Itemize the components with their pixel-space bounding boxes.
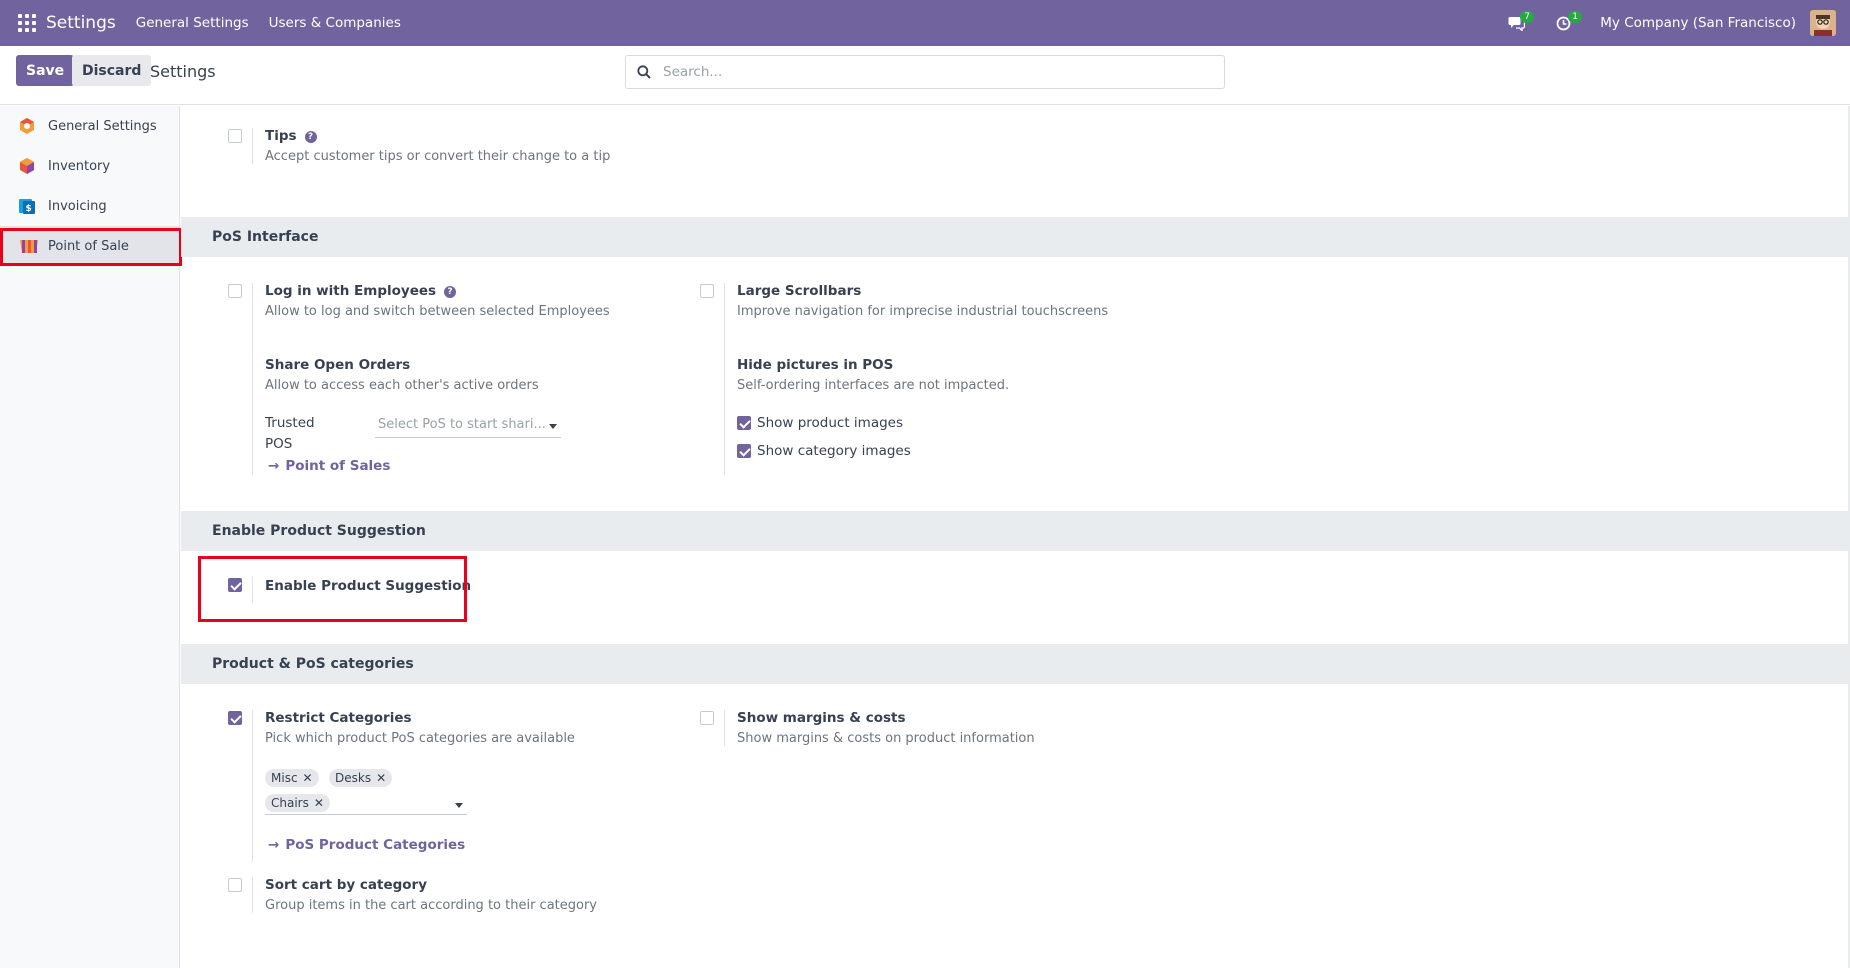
top-navbar: Settings General Settings Users & Compan… [0,0,1850,46]
sidebar-item-label: Invoicing [48,198,107,214]
tips-title: Tips? [265,128,317,144]
large-scrollbars-checkbox[interactable] [700,284,714,298]
help-icon[interactable]: ? [304,131,317,143]
sidebar-item-label: Inventory [48,158,111,174]
arrow-right-icon: → [268,458,280,474]
divider [252,283,253,475]
menu-general-settings[interactable]: General Settings [136,15,249,31]
section-header-pos-interface: PoS Interface [181,217,1850,257]
restrict-categories-checkbox[interactable] [228,711,242,725]
restrict-categories-title: Restrict Categories [265,710,412,726]
show-margins-desc: Show margins & costs on product informat… [737,731,1035,746]
inventory-icon [20,158,34,174]
show-margins-checkbox[interactable] [700,711,714,725]
trusted-pos-label-line1: Trusted [265,415,315,431]
app-brand[interactable]: Settings [46,13,116,33]
show-category-images-checkbox[interactable] [737,444,751,458]
login-employees-checkbox[interactable] [228,284,242,298]
menu-users-companies[interactable]: Users & Companies [269,15,401,31]
sidebar-item-inventory[interactable]: Inventory [0,146,179,186]
settings-content: Tips? Accept customer tips or convert th… [181,106,1850,968]
help-icon[interactable]: ? [444,286,457,298]
divider [724,710,725,746]
point-of-sales-link[interactable]: → Point of Sales [268,458,390,474]
sidebar-item-label: General Settings [48,118,157,134]
show-product-images-checkbox[interactable] [737,416,751,430]
category-tag-desks: Desks ✕ [329,769,393,787]
settings-sidebar: General Settings Inventory $ Invoicing P… [0,106,180,968]
remove-tag-icon[interactable]: ✕ [303,771,313,785]
save-button[interactable]: Save [16,55,75,86]
large-scrollbars-desc: Improve navigation for imprecise industr… [737,304,1109,319]
search-input[interactable] [663,64,1203,80]
trusted-pos-label-line2: POS [265,436,293,452]
remove-tag-icon[interactable]: ✕ [376,771,386,785]
arrow-right-icon: → [268,837,280,853]
invoicing-icon: $ [19,199,35,214]
section-header-categories: Product & PoS categories [181,644,1850,684]
tips-desc: Accept customer tips or convert their ch… [265,149,611,164]
share-orders-title: Share Open Orders [265,357,411,373]
show-product-images-label: Show product images [757,415,904,431]
activities-badge: 1 [1568,11,1583,23]
messages-button[interactable]: 7 [1504,10,1535,36]
enable-product-suggestion-checkbox[interactable] [228,578,242,592]
svg-text:$: $ [26,204,32,214]
restrict-categories-desc: Pick which product PoS categories are av… [265,731,575,746]
company-switcher[interactable]: My Company (San Francisco) [1600,15,1796,31]
hide-pictures-title: Hide pictures in POS [737,357,894,373]
sidebar-item-label: Point of Sale [48,238,129,254]
sidebar-item-invoicing[interactable]: $ Invoicing [0,186,179,226]
search-bar[interactable] [625,55,1225,89]
login-employees-title: Log in with Employees? [265,283,457,299]
tips-checkbox[interactable] [228,129,242,143]
share-orders-desc: Allow to access each other's active orde… [265,378,539,393]
trusted-pos-placeholder: Select PoS to start shari... [378,417,546,432]
category-tag-misc: Misc ✕ [265,769,319,787]
chevron-down-icon [455,803,463,808]
section-header-product-suggestion: Enable Product Suggestion [181,511,1850,551]
apps-menu-icon[interactable] [18,14,36,32]
categories-select[interactable] [265,793,467,815]
activities-button[interactable]: 1 [1552,10,1583,36]
general-settings-icon [20,118,34,134]
search-icon [637,65,651,79]
divider [252,128,253,164]
messages-badge: 7 [1520,11,1535,23]
page-title: Settings [150,62,216,81]
user-avatar[interactable] [1810,10,1836,36]
point-of-sale-icon [20,240,38,253]
sidebar-item-point-of-sale[interactable]: Point of Sale [0,226,179,266]
control-panel: Save Discard Settings [0,46,1850,105]
hide-pictures-desc: Self-ordering interfaces are not impacte… [737,378,1010,393]
pos-product-categories-link[interactable]: → PoS Product Categories [268,837,465,853]
chevron-down-icon [549,424,557,429]
divider [724,283,725,475]
show-category-images-label: Show category images [757,443,911,459]
sort-cart-title: Sort cart by category [265,877,428,893]
login-employees-desc: Allow to log and switch between selected… [265,304,610,319]
sort-cart-checkbox[interactable] [228,878,242,892]
divider [252,577,253,603]
sort-cart-desc: Group items in the cart according to the… [265,898,598,913]
discard-button[interactable]: Discard [72,55,152,86]
show-margins-title: Show margins & costs [737,710,906,726]
sidebar-item-general-settings[interactable]: General Settings [0,106,179,146]
divider [252,877,253,913]
trusted-pos-select[interactable]: Select PoS to start shari... [375,416,561,438]
large-scrollbars-title: Large Scrollbars [737,283,862,299]
enable-product-suggestion-title: Enable Product Suggestion [265,578,472,594]
divider [252,710,253,862]
